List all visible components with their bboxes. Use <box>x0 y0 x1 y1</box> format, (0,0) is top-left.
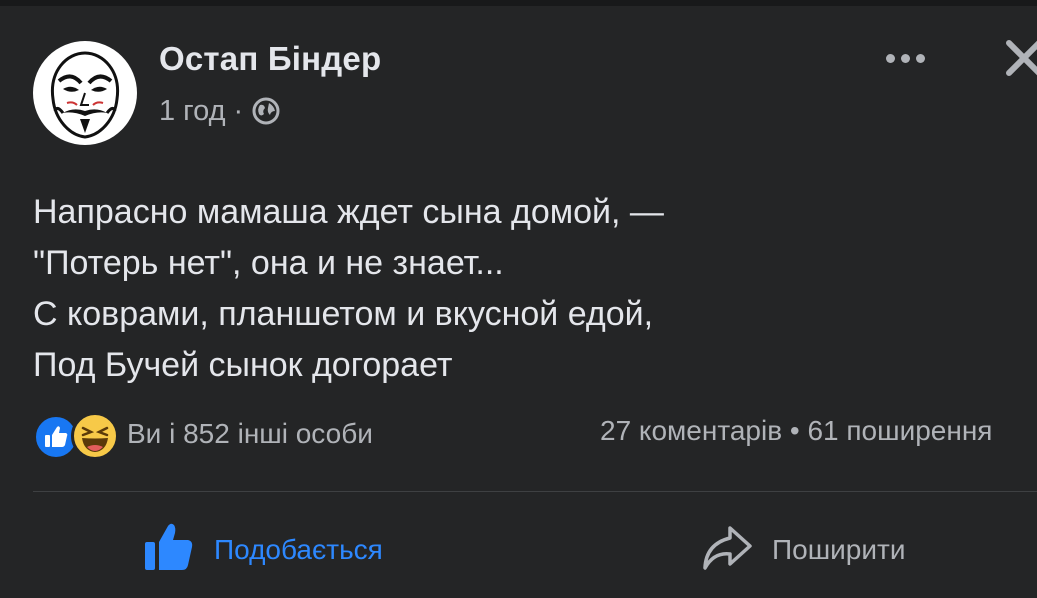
share-arrow-icon <box>700 520 754 581</box>
reactions-text: Ви і 852 інші особи <box>127 418 373 449</box>
author-name[interactable]: Остап Біндер <box>159 40 381 78</box>
thumbs-up-icon <box>142 520 196 581</box>
more-dot <box>885 53 895 63</box>
post-meta: 1 год · <box>159 94 281 128</box>
like-label: Подобається <box>214 534 383 565</box>
post-line: Напрасно мамаша ждет сына домой, — <box>33 193 664 231</box>
post-text: Напрасно мамаша ждет сына домой, — "Поте… <box>33 187 1013 391</box>
post-line: "Потерь нет", она и не знает... <box>33 244 504 282</box>
avatar[interactable] <box>33 41 137 145</box>
share-label: Поширити <box>772 534 906 565</box>
divider <box>33 491 1037 492</box>
meta-separator: · <box>233 94 244 127</box>
globe-icon <box>251 96 281 126</box>
share-button[interactable]: Поширити <box>700 520 905 580</box>
like-button[interactable]: Подобається <box>142 520 383 580</box>
reaction-icons <box>33 412 119 460</box>
post-time[interactable]: 1 год <box>159 95 226 128</box>
reactions-summary[interactable]: Ви і 852 інші особи <box>33 412 373 460</box>
more-dot <box>915 53 925 63</box>
comment-share-counts[interactable]: 27 коментарів • 61 поширення <box>600 415 992 447</box>
post-line: С коврами, планшетом и вкусной едой, <box>33 295 654 333</box>
more-dot <box>900 53 910 63</box>
post-line: Под Бучей сынок догорает <box>33 346 453 384</box>
more-options-button[interactable] <box>880 46 930 70</box>
haha-icon <box>71 412 119 460</box>
close-icon[interactable] <box>1003 37 1037 79</box>
top-edge <box>0 0 1037 6</box>
